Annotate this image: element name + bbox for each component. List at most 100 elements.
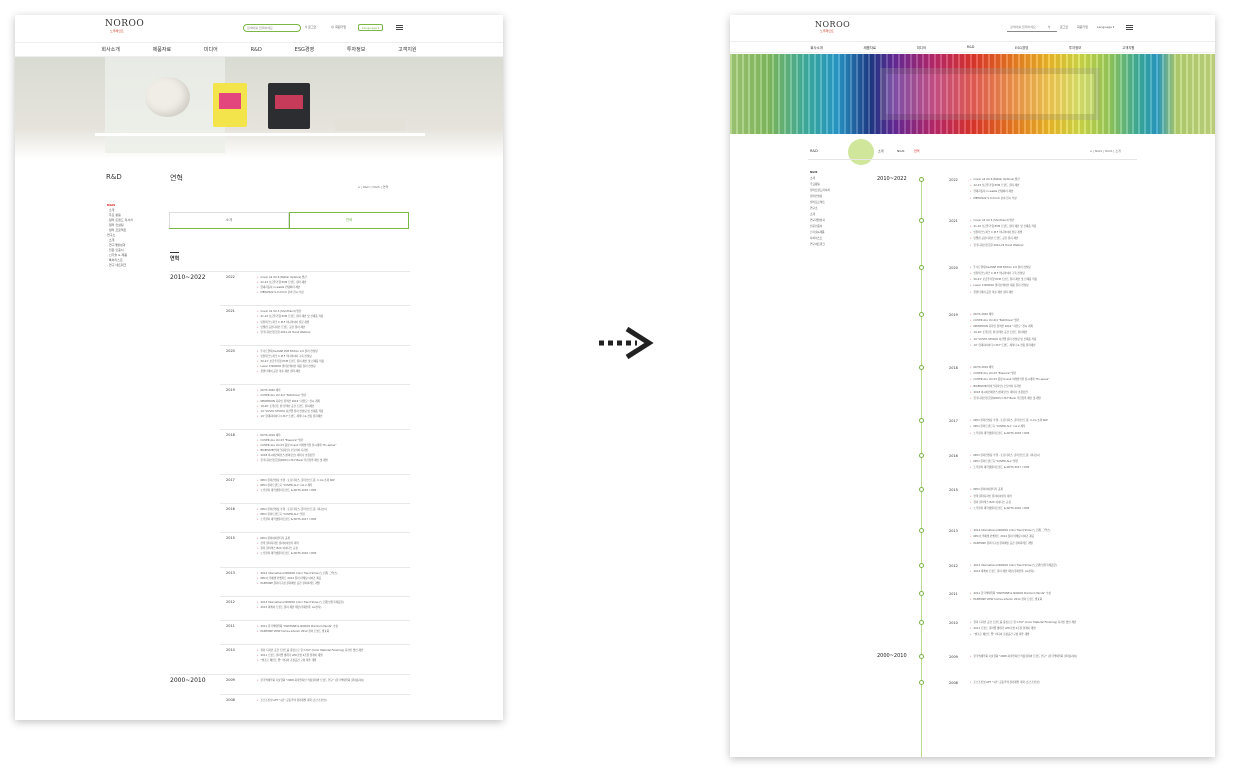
year-items: 2011 한국색채학회 "PANTONE & NOROO Premium Pai…	[970, 591, 1051, 603]
nav-item[interactable]: 투자정보	[1069, 45, 1081, 50]
year-items: 컬러 디자인 공간 트렌드를 중심으로 한 C.M.F (Color Mater…	[970, 620, 1077, 639]
year-items: 2011 한국색채학회 "PANTONE & NOROO Premium Pai…	[257, 624, 338, 634]
nav-item[interactable]: 투자정보	[347, 46, 365, 53]
year-label: 2010	[226, 648, 235, 653]
history-item: 21-22 보급주거형 PCM 트렌드 컬러 제안 및 신제품 적용	[257, 314, 324, 319]
highlight-circle	[848, 139, 874, 165]
left-page-screenshot: NOROO 노루페인트 검색어를 입력하세요. ⚲ 로그인 ☺ 회원가입 Lan…	[15, 15, 503, 720]
year-items: 한국색채학회 기술협회 "2008 지속연지인 적용컬러와 트렌드 연구" (한…	[970, 654, 1078, 660]
logo-subtitle: 노루페인트	[820, 29, 834, 33]
row-divider	[220, 473, 410, 475]
year-label: 2010	[949, 620, 958, 625]
content-tabs: 소개 연혁	[169, 212, 409, 229]
row-divider	[220, 532, 410, 534]
signup-link[interactable]: ☺ 회원가입	[331, 25, 346, 29]
history-item: NEWMOON 디자인 컬렉션 2019 "자유도" 전시 개최	[257, 399, 323, 404]
site-header: NOROO 노루페인트 검색어를 입력하세요. ⚲ 로그인 회원가입 Langu…	[730, 15, 1215, 41]
history-item: 노루컬러 대학생컬러트렌드 & NCTS 2018 / DDP	[970, 431, 1048, 437]
history-item: 한국디자인진흥원 2021-22 Trend Webinar	[257, 330, 323, 335]
history-item: PANTONE VIEW home+interior 2012 컬러 트렌드 발…	[970, 597, 1051, 603]
year-label: 2022	[226, 275, 235, 279]
search-icon[interactable]: ⚲	[1048, 25, 1050, 29]
shelf	[95, 133, 425, 136]
side-nav-item[interactable]: · 연구 네트워크	[107, 263, 159, 268]
history-item: 한국색채학회 기술협회 "2008 지속연지인 적용컬러와 트렌드 연구" (한…	[257, 678, 365, 683]
year-items: 2014 International NOROO Color Trend Sho…	[257, 571, 338, 586]
era-label: 2000~2010	[877, 653, 907, 660]
main-nav: 회사소개 제품자료 미디어 R&D ESG경영 투자정보 고객지원	[15, 42, 503, 57]
logo-subtitle: 노루페인트	[110, 29, 124, 33]
side-nav-item[interactable]: 연구네트워크	[810, 241, 850, 247]
nav-item[interactable]: R&D	[251, 47, 262, 53]
year-items: 뚜나트연재 KLASSE POP Edition 2.0 컬러 컨설팅인천테크노…	[970, 265, 1037, 296]
tab-history[interactable]: 연혁	[289, 212, 409, 228]
history-item: PANTONE 컬러리구성 컬러페인 공간 컬러파레트 개발	[970, 541, 1050, 547]
row-divider	[220, 644, 410, 646]
login-link[interactable]: ⚲ 로그인	[305, 25, 316, 29]
year-items: Cover All Vol.5 (Shorthand) 발간21-22 보급주거…	[257, 309, 324, 335]
timeline-dot	[919, 680, 924, 686]
paint-can-yellow	[213, 83, 247, 127]
year-items: NPCI 컬러컨설팅 수행 - 토요타자스, 휴마코인드림, 퀴니보이NPCI …	[970, 453, 1040, 472]
year-label: 2012	[949, 563, 958, 568]
history-item: NPCI 컬러컨설팅 수행 - 토요타자스, 휴마코인드림, C.I.G.소개 …	[257, 478, 335, 483]
login-link[interactable]: 로그인	[1060, 25, 1068, 29]
nav-item[interactable]: 고객지원	[1122, 45, 1134, 50]
nav-item[interactable]: 회사소개	[101, 46, 119, 53]
year-items: NCTS 2020 제작COVER ALL Vol.4/4 "Nutritiou…	[257, 388, 324, 419]
section-title: 연혁	[170, 252, 180, 262]
history-item: PANTONE 컬러리구성 컬러페인 공간 컬러파레트 개발	[257, 581, 337, 586]
year-label: 2015	[226, 536, 235, 541]
logo[interactable]: NOROO	[105, 19, 144, 29]
tab-intro[interactable]: 소개	[878, 149, 884, 153]
history-item: 현대자동차 in-waste 컨템퍼러 제안	[970, 189, 1020, 195]
language-select[interactable]: Language ▾	[1097, 25, 1114, 29]
hero-banner	[730, 54, 1215, 134]
year-items: NPCI 컬러컨설팅 수행 - 토요타자스, 휴마코인드림, C.I.G.소개 …	[970, 418, 1048, 437]
year-label: 2018	[226, 433, 235, 437]
nav-item[interactable]: ESG경영	[295, 46, 314, 53]
history-item: 19' 현대지아이티 C.M.F 트렌드 세미나 & 전통 컬러제안	[970, 343, 1036, 349]
history-item: "엔조로 페인트 앱" 미디어 조성공간 구성 제주 개발	[970, 632, 1076, 638]
history-item: "엔조로 페인트 앱" 미디어 조성공간 구성 제주 개발	[257, 658, 363, 663]
row-divider	[220, 620, 410, 622]
signup-link[interactable]: 회원가입	[1077, 25, 1088, 29]
row-divider	[220, 429, 410, 430]
history-item: PANTONE VIEW home+interior 2012 컬러 트렌드 발…	[257, 629, 338, 634]
year-label: 2021	[949, 218, 958, 223]
nav-item[interactable]: 미디어	[917, 45, 926, 50]
year-label: 2018	[949, 366, 958, 370]
nav-item[interactable]: ESG경영	[1015, 45, 1028, 50]
tab-history[interactable]: 연혁	[914, 149, 920, 153]
nav-item[interactable]: 제품자료	[864, 45, 876, 50]
nav-item[interactable]: 고객지원	[398, 46, 416, 53]
year-label: 2019	[226, 388, 235, 393]
year-items: 2014 International NOROO Color Trend Sho…	[970, 528, 1051, 547]
timeline-dot	[919, 365, 924, 370]
nav-item[interactable]: 미디어	[204, 46, 218, 53]
year-items: Cover All Vol.5 (Shorthand) 발간21-22 보급주거…	[970, 218, 1037, 249]
side-nav: NGIS · 소개 · 주요 활동 · 컬러 트렌드 리서치 · 컬러 컨설팅 · …	[107, 203, 159, 268]
logo[interactable]: NOROO	[815, 20, 850, 29]
language-select[interactable]: Language ▾	[358, 24, 384, 31]
menu-icon[interactable]	[1126, 25, 1133, 30]
breadcrumb: ⌂ | R&D | NGIS | 연혁	[358, 185, 389, 189]
nav-item[interactable]: R&D	[967, 45, 975, 49]
search-input[interactable]: 검색어를 입력하세요.	[243, 24, 301, 32]
history-item: 한국디자인진흥원 2021-22 Trend Webinar	[970, 243, 1036, 249]
tab-intro[interactable]: 소개	[169, 212, 289, 228]
history-item: 플랜티테어 공간 미술 제안 컬러 제안	[257, 369, 324, 374]
history-item: 한국디자인진흥원(KIDP) C.M.F Bank 추진협력 제안 및 개발	[257, 458, 336, 463]
nav-item[interactable]: 제품자료	[153, 46, 171, 53]
timeline-dot	[919, 562, 924, 568]
tab-ngis[interactable]: NGIS	[897, 149, 904, 153]
nav-item[interactable]: 회사소개	[810, 45, 822, 50]
year-items: 조스조인설 APT "1년" 공동주택 컬러개발 계획 (조스조인설)	[257, 698, 327, 703]
timeline-dot	[919, 452, 924, 458]
timeline-dot	[919, 177, 924, 182]
menu-icon[interactable]	[396, 25, 403, 30]
year-label: 2008	[949, 681, 958, 686]
main-nav: 회사소개 제품자료 미디어 R&D ESG경영 투자정보 고객지원	[730, 41, 1215, 53]
year-label: 2011	[949, 592, 958, 597]
year-label: 2021	[226, 309, 235, 314]
